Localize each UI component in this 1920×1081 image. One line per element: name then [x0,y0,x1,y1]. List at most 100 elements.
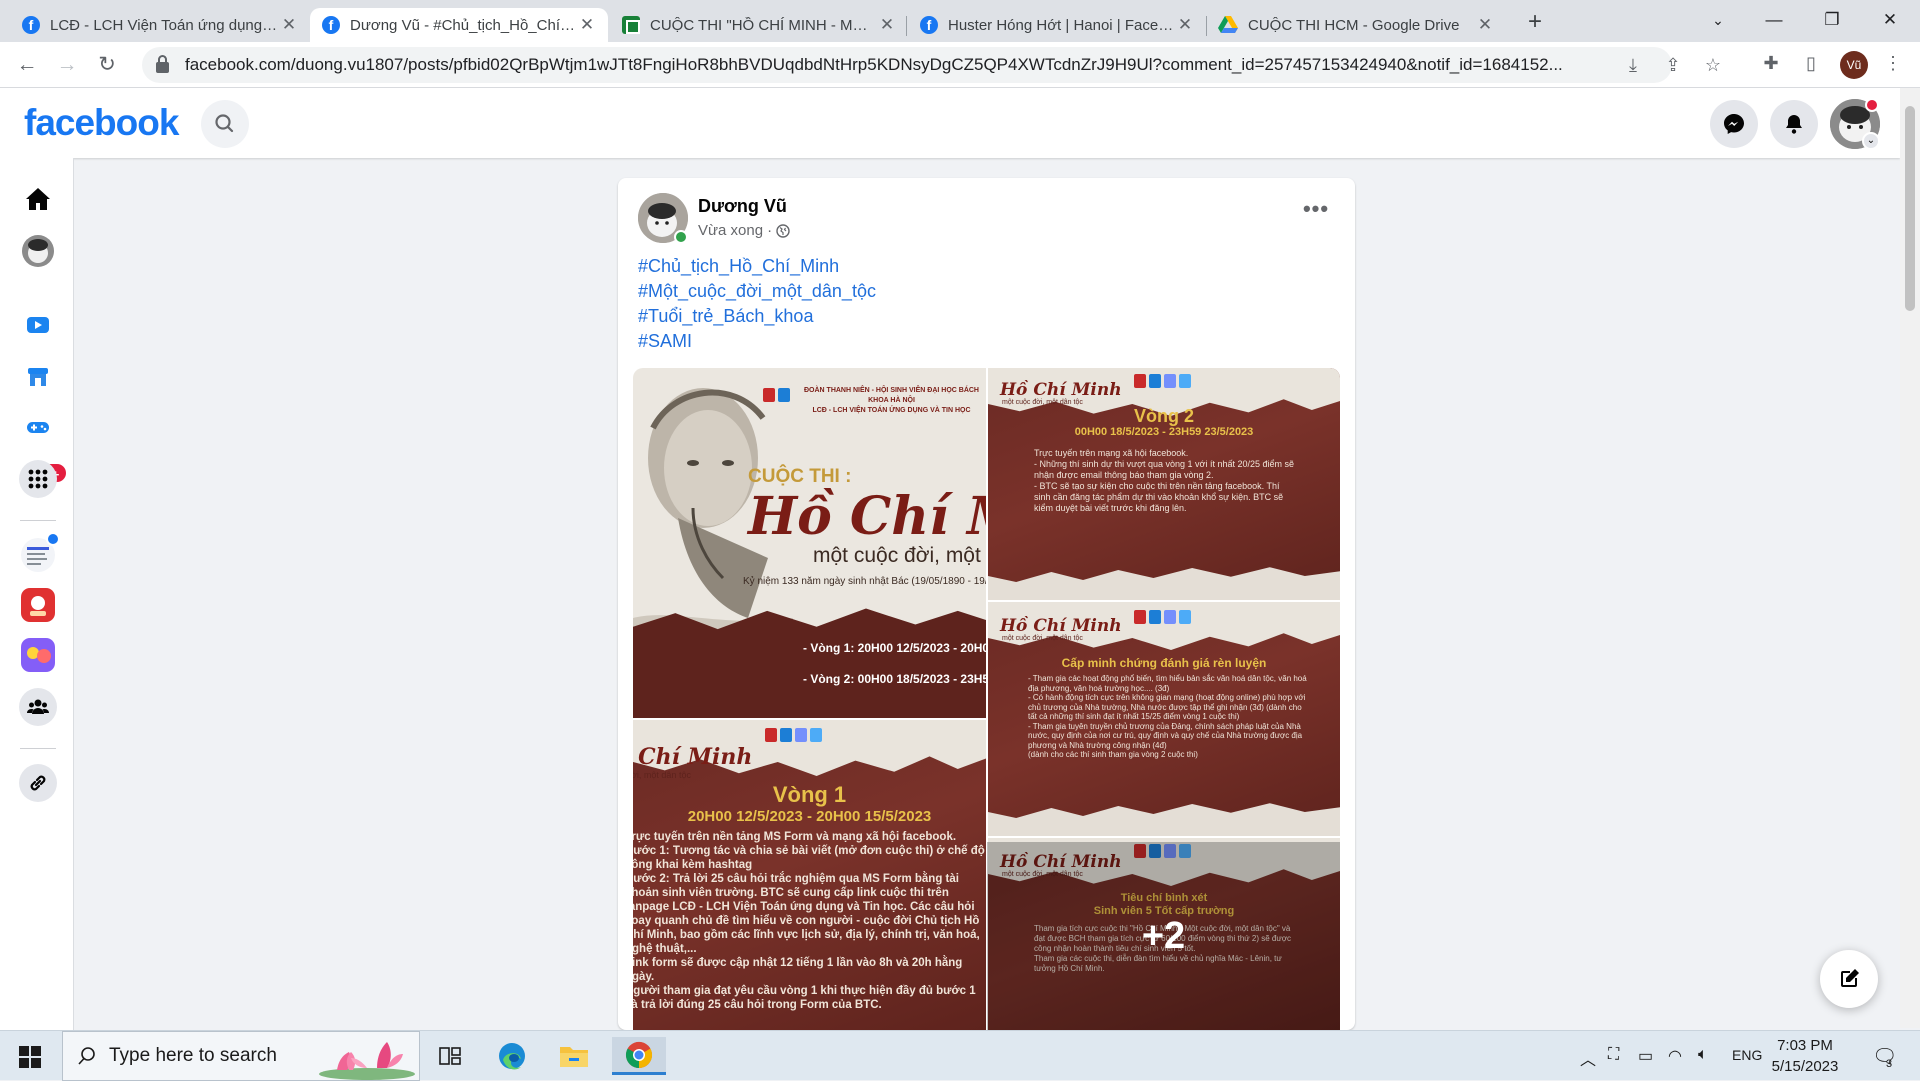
close-icon[interactable]: ✕ [578,15,596,35]
back-button[interactable]: ← [12,50,42,80]
chrome-menu-icon[interactable]: ⋮ [1880,53,1906,74]
bell-icon [1786,115,1802,134]
post-author-name[interactable]: Dương Vũ [698,196,787,217]
new-message-button[interactable] [1820,950,1878,1008]
sidebar-item-marketplace[interactable] [19,358,57,396]
sidebar-item-gaming[interactable] [19,408,57,446]
windows-start-button[interactable] [10,1043,50,1071]
share-icon[interactable]: ⇪ [1660,55,1686,76]
grid-menu-icon [28,469,48,489]
extensions-icon[interactable]: ✚ [1758,53,1784,74]
hashtag-link[interactable]: #Tuổi_trẻ_Bách_khoa [638,306,813,327]
sidebar-item-profile[interactable] [19,232,57,270]
sidebar-shortcut-2[interactable] [19,586,57,624]
post-photo-3[interactable]: Hồ Chí Minh một cuộc đời, một dân tộc Cấ… [988,602,1340,836]
poster-brand-sub: một cuộc đời, một dân tộc [1002,399,1083,406]
address-bar[interactable]: facebook.com/duong.vu1807/posts/pfbid02Q… [142,47,1721,83]
new-tab-button[interactable]: + [1520,8,1550,38]
browser-tab-strip: f LCĐ - LCH Viện Toán ứng dụng & Tin học… [0,0,1920,42]
lock-icon[interactable] [156,55,169,73]
globe-icon[interactable] [776,223,790,238]
restore-button[interactable]: ❐ [1808,0,1856,40]
minimize-button[interactable]: — [1750,0,1798,40]
sidebar-shortcut-3[interactable] [19,636,57,674]
search-icon [215,114,234,133]
window-close-button[interactable]: ✕ [1866,0,1914,40]
battery-icon[interactable]: ▭ [1638,1046,1653,1066]
tab-title: Huster Hóng Hớt | Hanoi | Facebook [948,16,1176,34]
hashtag-link[interactable]: #Chủ_tịch_Hồ_Chí_Minh [638,256,839,277]
notifications-button[interactable] [1770,100,1818,148]
messenger-icon [1724,114,1744,134]
side-panel-icon[interactable]: ▯ [1798,53,1824,74]
close-icon[interactable]: ✕ [280,15,298,35]
tab-search-icon[interactable]: ⌄ [1694,0,1742,40]
search-button[interactable] [201,100,249,148]
reload-button[interactable]: ↻ [92,50,122,80]
facebook-icon: f [322,16,340,34]
forward-button[interactable]: → [52,50,82,80]
taskbar-file-explorer[interactable] [552,1037,596,1075]
clock-time: 7:03 PM [1777,1037,1833,1054]
task-view-button[interactable] [428,1037,472,1075]
org-logos [763,388,790,402]
messenger-button[interactable] [1710,100,1758,148]
hashtag-link[interactable]: #SAMI [638,331,692,352]
url-host: facebook.com [185,55,291,74]
sidebar-item-home[interactable] [19,180,57,218]
chevron-down-icon[interactable]: ⌄ [1862,132,1880,150]
browser-tab-2[interactable]: f Dương Vũ - #Chủ_tịch_Hồ_Chí_Minh ✕ [310,8,608,42]
more-photos-overlay[interactable]: +2 [987,842,1340,1030]
facebook-header: facebook ⌄ [0,88,1900,158]
network-monitor-icon[interactable]: ⛶ [1608,1046,1619,1064]
bookmark-star-icon[interactable]: ☆ [1700,55,1726,76]
sidebar-item-links[interactable] [19,764,57,802]
sidebar-item-groups[interactable] [19,688,57,726]
taskbar-chrome[interactable] [612,1037,666,1075]
wifi-icon[interactable]: ◠ [1668,1046,1682,1066]
post-meta: Vừa xong · [698,222,790,239]
url-text[interactable]: facebook.com/duong.vu1807/posts/pfbid02Q… [185,55,1625,75]
sidebar-divider [20,748,56,749]
taskbar-edge[interactable] [490,1037,534,1075]
browser-tab-5[interactable]: CUỘC THI HCM - Google Drive ✕ [1206,8,1506,42]
chevron-up-icon[interactable]: ︿ [1580,1046,1596,1070]
torn-paper-edge [988,803,1340,836]
post-timestamp[interactable]: Vừa xong [698,222,763,239]
org-logos [1134,610,1191,624]
browser-tab-3[interactable]: CUỘC THI "HỒ CHÍ MINH - MỘT CUỘC ĐỜI ✕ [610,8,908,42]
post-photo-1[interactable]: ĐOÀN THANH NIÊN - HỘI SINH VIÊN ĐẠI HỌC … [633,368,986,718]
close-icon[interactable]: ✕ [1476,15,1494,35]
volume-icon[interactable]: 🔈︎ [1698,1046,1708,1064]
close-icon[interactable]: ✕ [878,15,896,35]
facebook-logo[interactable]: facebook [24,102,179,144]
drive-icon [1218,16,1238,33]
round2-time: - Vòng 2: 00H00 18/5/2023 - 23H59 23/5/2… [803,672,986,686]
browser-toolbar: ← → ↻ facebook.com/duong.vu1807/posts/pf… [0,42,1920,88]
browser-tab-4[interactable]: f Huster Hóng Hớt | Hanoi | Facebook ✕ [908,8,1206,42]
round-time: 00H00 18/5/2023 - 23H59 23/5/2023 [1074,426,1254,438]
sidebar-item-watch[interactable] [19,306,57,344]
close-icon[interactable]: ✕ [1176,15,1194,35]
tab-title: Dương Vũ - #Chủ_tịch_Hồ_Chí_Minh [350,16,578,34]
install-icon[interactable]: ⤓ [1620,55,1646,76]
contest-label: CUỘC THI : [748,466,852,487]
left-sidebar: 9+ [0,158,74,1030]
org-logos [765,728,822,742]
sidebar-item-menu[interactable] [19,460,57,498]
post-options-button[interactable]: ••• [1298,194,1334,230]
language-indicator[interactable]: ENG [1732,1047,1762,1063]
taskbar-clock[interactable]: 7:03 PM 5/15/2023 [1760,1035,1850,1077]
organizer-line: LCĐ - LCH VIỆN TOÁN ỨNG DỤNG VÀ TIN HỌC [812,407,971,414]
round-heading: Vòng 1 [772,782,847,807]
hashtag-link[interactable]: #Một_cuộc_đời_một_dân_tộc [638,281,876,302]
org-logos [1134,374,1191,388]
post-photo-4[interactable]: Hồ Chí Minh một cuộc đời, một dân tộc Vò… [633,720,986,1030]
browser-tab-1[interactable]: f LCĐ - LCH Viện Toán ứng dụng & Tin học… [10,8,310,42]
scrollbar-thumb[interactable] [1905,106,1915,311]
profile-avatar-button[interactable]: Vũ [1840,51,1868,79]
post-photo-2[interactable]: Hồ Chí Minh một cuộc đời, một dân tộc Vò… [988,368,1340,600]
search-placeholder: Type here to search [109,1045,277,1066]
notification-center-icon[interactable]: 🗨︎ [1872,1044,1897,1069]
taskbar-search-box[interactable]: Type here to search [62,1031,420,1081]
